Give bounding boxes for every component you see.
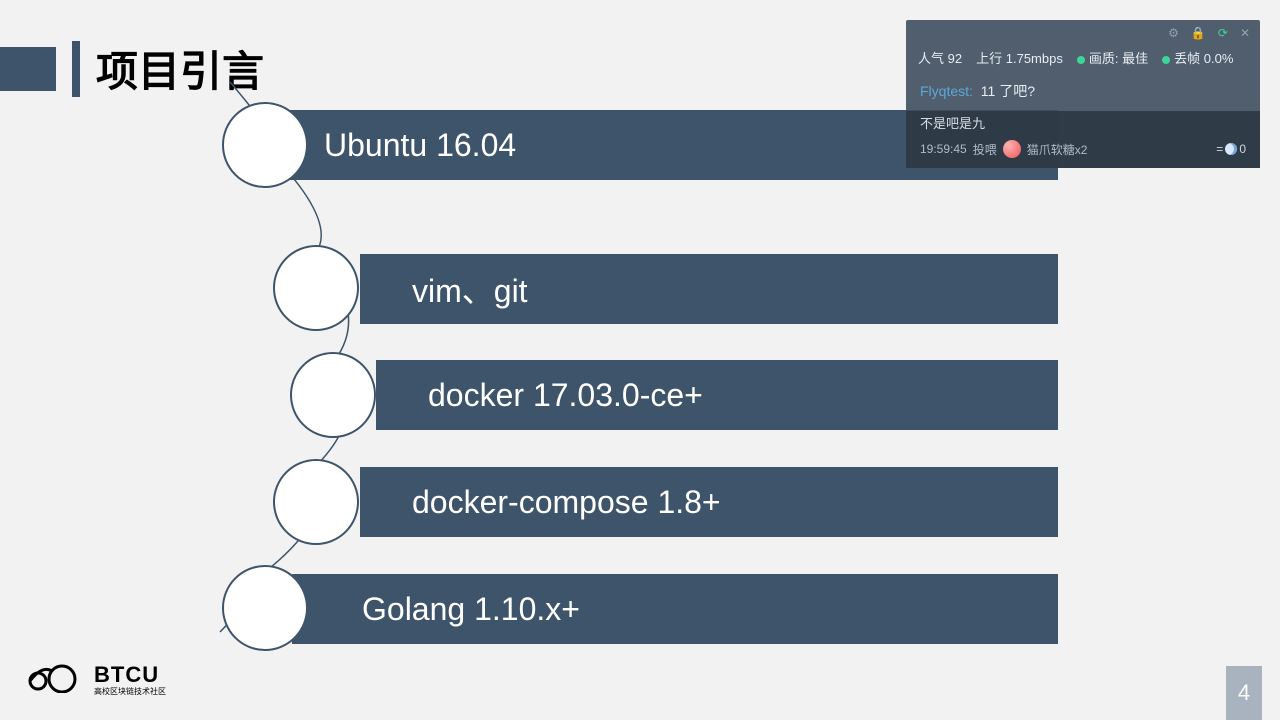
item-label: docker 17.03.0-ce+ [428, 377, 703, 414]
page-number: 4 [1226, 666, 1262, 720]
upload-label: 上行 [976, 51, 1002, 66]
logo: BTCU 高校区块链技术社区 [28, 661, 166, 698]
item-label: vim、git [412, 266, 528, 312]
drop-value: 0.0% [1204, 51, 1234, 66]
logo-name: BTCU [94, 664, 166, 686]
slide-title: 项目引言 [96, 38, 264, 99]
slide-title-block: 项目引言 [0, 38, 264, 99]
logo-icon [28, 661, 86, 698]
status-dot-icon [1077, 56, 1085, 64]
gift-row: 19:59:45 投喂 猫爪软糖x2 = 0 [906, 136, 1260, 168]
chat-sender: Flyqtest: [920, 83, 973, 99]
logo-text: BTCU 高校区块链技术社区 [94, 664, 166, 696]
drop-stat: 丢帧 0.0% [1162, 48, 1233, 67]
upload-stat: 上行 1.75mbps [976, 48, 1063, 67]
quality-label: 画质: [1089, 51, 1119, 66]
gift-action: 投喂 [973, 141, 997, 158]
overlay-chat-message: Flyqtest: 11 了吧? [906, 75, 1260, 111]
item-label: docker-compose 1.8+ [412, 484, 721, 521]
title-accent-bar [0, 47, 56, 91]
gift-time: 19:59:45 [920, 142, 967, 156]
item-bullet-circle [273, 245, 359, 331]
gear-icon[interactable]: ⚙ [1168, 26, 1179, 40]
upload-value: 1.75mbps [1006, 51, 1063, 66]
item-bar: Golang 1.10.x+ [292, 574, 1058, 644]
quality-value: 最佳 [1122, 51, 1148, 66]
popularity-stat: 人气 92 [918, 48, 962, 67]
item-bullet-circle [273, 459, 359, 545]
gift-item: 猫爪软糖x2 [1027, 141, 1088, 158]
item-bar: vim、git [360, 254, 1058, 324]
item-bullet-circle [222, 565, 308, 651]
item-label: Golang 1.10.x+ [362, 591, 580, 628]
close-icon[interactable]: ✕ [1240, 26, 1250, 40]
refresh-icon[interactable]: ⟳ [1218, 26, 1228, 40]
item-bar: docker-compose 1.8+ [360, 467, 1058, 537]
item-bar: docker 17.03.0-ce+ [376, 360, 1058, 430]
logo-subtitle: 高校区块链技术社区 [94, 688, 166, 696]
overlay-stats-row: 人气 92 上行 1.75mbps 画质: 最佳 丢帧 0.0% [906, 44, 1260, 75]
gift-count-box: = 0 [1216, 142, 1246, 156]
chat-text: 11 了吧? [981, 83, 1035, 99]
popularity-value: 92 [948, 51, 962, 66]
item-bullet-circle [290, 352, 376, 438]
quality-stat: 画质: 最佳 [1077, 48, 1148, 67]
popularity-label: 人气 [918, 51, 944, 66]
gift-icon [1003, 140, 1021, 158]
status-dot-icon [1162, 56, 1170, 64]
overlay-window-controls: ⚙ 🔒 ⟳ ✕ [906, 20, 1260, 44]
drop-label: 丢帧 [1174, 51, 1200, 66]
gift-count: 0 [1239, 142, 1246, 156]
stream-overlay: ⚙ 🔒 ⟳ ✕ 人气 92 上行 1.75mbps 画质: 最佳 丢帧 0.0%… [906, 20, 1260, 168]
item-label: Ubuntu 16.04 [324, 127, 516, 164]
moon-icon [1225, 143, 1237, 155]
title-divider [72, 41, 80, 97]
danmu-text: 不是吧是九 [906, 111, 1260, 136]
lock-icon[interactable]: 🔒 [1191, 26, 1206, 40]
item-bullet-circle [222, 102, 308, 188]
